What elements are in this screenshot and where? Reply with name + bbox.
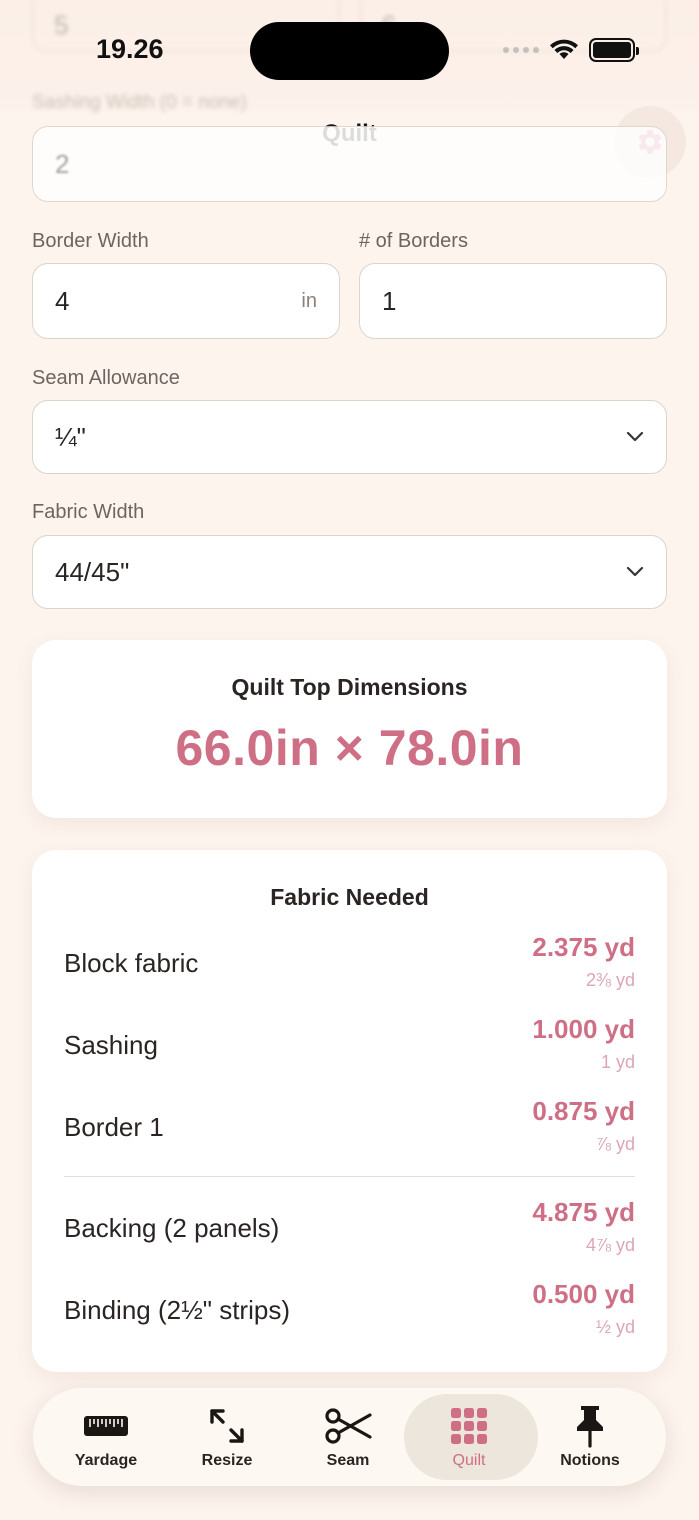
fabric-item-name: Sashing xyxy=(64,1030,158,1060)
status-time: 19.26 xyxy=(96,34,164,64)
grid-icon xyxy=(451,1408,487,1444)
border-width-input[interactable]: 4 in xyxy=(32,263,340,339)
tab-label: Yardage xyxy=(74,1452,138,1469)
tab-notions[interactable]: Notions xyxy=(529,1388,651,1486)
fabric-item-fraction: ⅞ yd xyxy=(595,1134,635,1154)
fabric-needed-title: Fabric Needed xyxy=(270,884,429,910)
tab-label: Notions xyxy=(560,1452,620,1469)
status-icons xyxy=(503,38,639,62)
chevron-down-icon xyxy=(626,431,644,442)
seam-allowance-label: Seam Allowance xyxy=(32,367,180,389)
tab-yardage[interactable]: Yardage xyxy=(45,1388,167,1486)
tab-label: Seam xyxy=(326,1452,370,1469)
fabric-item-name: Border 1 xyxy=(64,1112,164,1142)
fabric-item-name: Backing (2 panels) xyxy=(64,1213,280,1243)
fabric-width-value: 44/45" xyxy=(55,556,130,587)
fabric-row-backing: Backing (2 panels) 4.875 yd 4⅞ yd xyxy=(64,1195,635,1265)
fabric-item-yards: 0.500 yd xyxy=(532,1279,635,1309)
fabric-item-fraction: 1 yd xyxy=(600,1052,635,1072)
dimensions-value: 66.0in × 78.0in xyxy=(175,720,524,776)
dynamic-island xyxy=(250,22,449,80)
wifi-icon xyxy=(550,39,578,59)
fabric-item-name: Block fabric xyxy=(64,948,199,978)
ruler-icon xyxy=(84,1416,128,1436)
tab-quilt[interactable]: Quilt xyxy=(404,1388,538,1486)
fabric-width-select[interactable]: 44/45" xyxy=(32,535,667,609)
fabric-item-yards: 1.000 yd xyxy=(532,1014,635,1044)
resize-arrows-icon xyxy=(210,1409,244,1443)
tab-seam[interactable]: Seam xyxy=(287,1388,409,1486)
sashing-width-input[interactable]: 2 xyxy=(32,126,667,202)
scissors-icon xyxy=(325,1408,372,1444)
fabric-item-yards: 2.375 yd xyxy=(532,932,635,962)
fabric-needed-card: Fabric Needed Block fabric 2.375 yd 2⅜ y… xyxy=(32,850,667,1372)
border-width-label: Border Width xyxy=(32,230,149,252)
border-width-unit: in xyxy=(301,289,317,312)
fabric-item-yards: 4.875 yd xyxy=(532,1197,635,1227)
num-borders-label: # of Borders xyxy=(359,230,468,252)
tab-label: Resize xyxy=(201,1452,253,1469)
sashing-width-label: Sashing Width (0 = none) xyxy=(32,92,247,113)
sashing-width-value: 2 xyxy=(55,148,70,179)
fabric-item-yards: 0.875 yd xyxy=(532,1096,635,1126)
border-width-value: 4 xyxy=(55,285,70,316)
chevron-down-icon xyxy=(626,566,644,577)
seam-allowance-select[interactable]: ¼" xyxy=(32,400,667,474)
fabric-item-name: Binding (2½" strips) xyxy=(64,1295,290,1325)
fabric-row-binding: Binding (2½" strips) 0.500 yd ½ yd xyxy=(64,1277,635,1347)
dimensions-card: Quilt Top Dimensions 66.0in × 78.0in xyxy=(32,640,667,818)
tab-resize[interactable]: Resize xyxy=(166,1388,288,1486)
tab-bar: Yardage Resize Seam Quilt Notions xyxy=(33,1388,666,1486)
num-borders-value: 1 xyxy=(382,285,397,316)
fabric-divider xyxy=(64,1176,635,1177)
tab-label: Quilt xyxy=(452,1452,486,1469)
pushpin-icon xyxy=(577,1406,603,1448)
battery-icon xyxy=(589,38,639,62)
num-borders-input[interactable]: 1 xyxy=(359,263,667,339)
cellular-signal-icon xyxy=(503,47,539,53)
fabric-row-block: Block fabric 2.375 yd 2⅜ yd xyxy=(64,930,635,1000)
fabric-item-fraction: ½ yd xyxy=(595,1317,635,1337)
fabric-row-border-1: Border 1 0.875 yd ⅞ yd xyxy=(64,1094,635,1164)
seam-allowance-value: ¼" xyxy=(55,421,86,452)
fabric-row-sashing: Sashing 1.000 yd 1 yd xyxy=(64,1012,635,1082)
fabric-item-fraction: 4⅞ yd xyxy=(585,1235,635,1255)
dimensions-title: Quilt Top Dimensions xyxy=(231,674,468,700)
fabric-width-label: Fabric Width xyxy=(32,501,145,523)
fabric-item-fraction: 2⅜ yd xyxy=(585,970,635,990)
